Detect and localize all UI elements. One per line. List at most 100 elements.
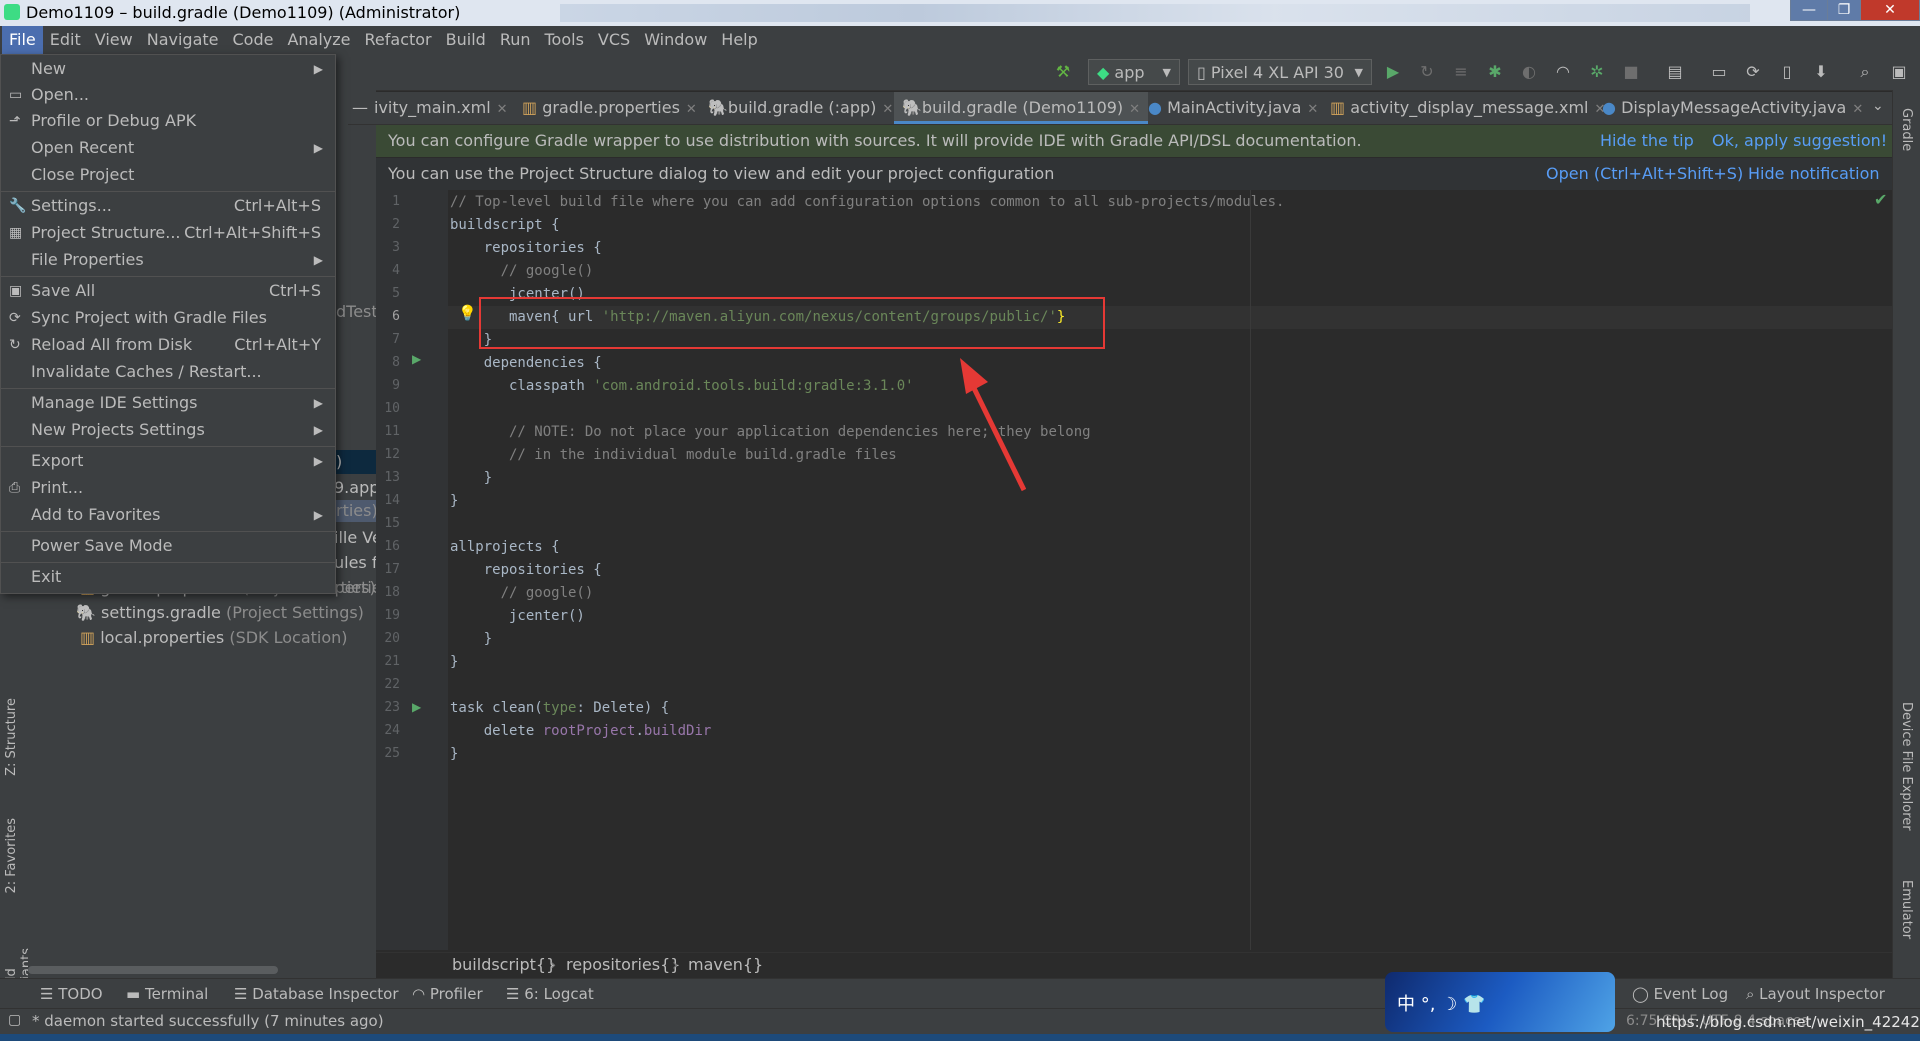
menu-vcs[interactable]: VCS [591,26,637,54]
sync-gradle-icon[interactable]: ⟳ [1742,62,1764,82]
tab-gradle-properties[interactable]: ▥ gradle.properties ✕ [522,92,697,124]
close-tab-icon[interactable]: ✕ [1307,102,1318,117]
code-line-18[interactable]: // google() [450,582,594,605]
menu-item-new-projects-settings[interactable]: New Projects Settings ▶ [1,417,335,443]
ime-toolbar[interactable]: 中 °, ☽ 👕 [1385,972,1615,1032]
terminal-tool-button[interactable]: ▬ Terminal [126,979,208,1009]
code-line-17[interactable]: repositories { [450,559,602,582]
menu-item-add-to-favorites[interactable]: Add to Favorites ▶ [1,502,335,528]
menu-item-power-save-mode[interactable]: Power Save Mode [1,533,335,559]
sdk-manager-icon[interactable]: ⬇ [1810,62,1832,82]
rerun-icon[interactable]: ↻ [1416,62,1438,82]
logcat-tool-button[interactable]: ☰ 6: Logcat [506,979,594,1009]
event-log-tool-button[interactable]: ◯ Event Log [1632,979,1728,1009]
device-file-explorer-tool-tab[interactable]: Device File Explorer [1899,702,1914,831]
code-line-1[interactable]: // Top-level build file where you can ad… [450,191,1284,214]
close-tab-icon[interactable]: ✕ [497,102,508,117]
menu-item-manage-ide-settings[interactable]: Manage IDE Settings ▶ [1,390,335,416]
hide-notification-link[interactable]: Hide notification [1748,158,1880,190]
horizontal-scrollbar[interactable] [28,966,278,974]
menu-item-exit[interactable]: Exit [1,564,335,590]
tab-activity-display-message-xml[interactable]: ▥ activity_display_message.xml ✕ [1330,92,1605,124]
code-line-2[interactable]: buildscript { [450,214,560,237]
code-line-14[interactable]: } [450,490,458,513]
menu-refactor[interactable]: Refactor [358,26,439,54]
menu-item-print[interactable]: ⎙ Print... [1,475,335,501]
favorites-tool-tab[interactable]: 2: Favorites [4,818,19,894]
emulator-tool-tab[interactable]: Emulator [1899,880,1914,939]
menu-item-settings[interactable]: 🔧 Settings... Ctrl+Alt+S [1,193,335,219]
minimize-button[interactable]: — [1790,0,1828,21]
run-config-select[interactable]: ◆ app ▼ [1088,59,1180,85]
breadcrumb-maven[interactable]: maven{} [688,955,763,974]
menu-item-open-recent[interactable]: Open Recent ▶ [1,135,335,161]
menu-item-sync-gradle[interactable]: ⟳ Sync Project with Gradle Files [1,305,335,331]
menu-item-close-project[interactable]: Close Project [1,162,335,188]
search-icon[interactable]: ⌕ [1854,62,1876,82]
menu-build[interactable]: Build [439,26,493,54]
menu-run[interactable]: Run [493,26,538,54]
close-tab-icon[interactable]: ✕ [1852,102,1863,117]
menu-file[interactable]: File [2,26,43,54]
database-inspector-tool-button[interactable]: ☰ Database Inspector [234,979,399,1009]
coverage-icon[interactable]: ◐ [1518,62,1540,82]
code-line-23[interactable]: task clean(type: Delete) { [450,697,669,720]
close-tab-icon[interactable]: ✕ [686,102,697,117]
profile-icon[interactable]: ◠ [1552,62,1574,82]
run-gutter-icon[interactable]: ▶ [412,700,421,714]
tab-activity-main-xml[interactable]: ivity_main.xml ✕ [374,92,508,124]
close-tab-icon[interactable]: ✕ [1129,102,1140,117]
run-icon[interactable]: ▶ [1382,62,1404,82]
code-line-3[interactable]: repositories { [450,237,602,260]
device-manager-icon[interactable]: ▯ [1776,62,1798,82]
menu-code[interactable]: Code [226,26,281,54]
breadcrumb-buildscript[interactable]: buildscript{} [452,955,556,974]
menu-edit[interactable]: Edit [43,26,88,54]
code-line-16[interactable]: allprojects { [450,536,560,559]
apply-suggestion-link[interactable]: Ok, apply suggestion! [1712,125,1887,157]
menu-analyze[interactable]: Analyze [280,26,357,54]
avd-manager-icon[interactable]: ▭ [1708,62,1730,82]
todo-tool-button[interactable]: ☰ TODO [40,979,103,1009]
tree-row-settings-gradle[interactable]: 🐘 settings.gradle (Project Settings) [76,601,364,625]
code-line-21[interactable]: } [450,651,458,674]
status-toggle-icon[interactable]: ▢ [8,1012,21,1028]
menu-item-reload-from-disk[interactable]: ↻ Reload All from Disk Ctrl+Alt+Y [1,332,335,358]
menu-view[interactable]: View [88,26,140,54]
hammer-icon[interactable]: ⚒ [1052,62,1074,82]
apply-changes-icon[interactable]: ≡ [1450,62,1472,82]
hide-tip-link[interactable]: Hide the tip [1600,125,1694,157]
open-project-structure-link[interactable]: Open (Ctrl+Alt+Shift+S) [1546,158,1743,190]
run-gutter-icon[interactable]: ▶ [412,352,421,366]
inspection-ok-check-icon[interactable]: ✔ [1874,190,1887,209]
close-tab-icon[interactable]: ✕ [882,102,893,117]
menu-help[interactable]: Help [714,26,764,54]
device-select[interactable]: ▯ Pixel 4 XL API 30 ▼ [1188,59,1372,85]
attach-debugger-icon[interactable]: ✲ [1586,62,1608,82]
tab-build-gradle-project[interactable]: 🐘build.gradle (Demo1109) ✕ [894,92,1149,124]
menu-item-save-all[interactable]: ▣ Save All Ctrl+S [1,278,335,304]
code-line-25[interactable]: } [450,743,458,766]
menu-item-export[interactable]: Export ▶ [1,448,335,474]
code-line-20[interactable]: } [450,628,492,651]
code-line-8[interactable]: dependencies { [450,352,602,375]
code-line-4[interactable]: // google() [450,260,594,283]
stop-icon[interactable]: ■ [1620,62,1642,82]
code-line-24[interactable]: delete rootProject.buildDir [450,720,712,743]
menu-navigate[interactable]: Navigate [140,26,226,54]
menu-item-profile-debug-apk[interactable]: ⬏ Profile or Debug APK [1,108,335,134]
tree-row-partial[interactable]: ille Ve [334,526,382,550]
menu-item-invalidate-caches[interactable]: Invalidate Caches / Restart... [1,359,335,385]
menu-tools[interactable]: Tools [538,26,591,54]
menu-item-new[interactable]: New ▶ [1,56,335,82]
code-line-12[interactable]: // in the individual module build.gradle… [450,444,897,467]
collapse-icon[interactable]: — [352,98,368,117]
tabs-overflow-chevron-icon[interactable]: ⌄ [1872,98,1884,114]
menu-item-file-properties[interactable]: File Properties ▶ [1,247,335,273]
tree-row-partial[interactable]: 9.app [334,476,379,500]
menu-item-project-structure[interactable]: ▦ Project Structure... Ctrl+Alt+Shift+S [1,220,335,246]
menu-window[interactable]: Window [637,26,714,54]
breadcrumb-repositories[interactable]: repositories{} [566,955,680,974]
structure-tool-tab[interactable]: Z: Structure [4,698,19,776]
tab-build-gradle-app[interactable]: 🐘build.gradle (:app) ✕ [708,92,893,124]
